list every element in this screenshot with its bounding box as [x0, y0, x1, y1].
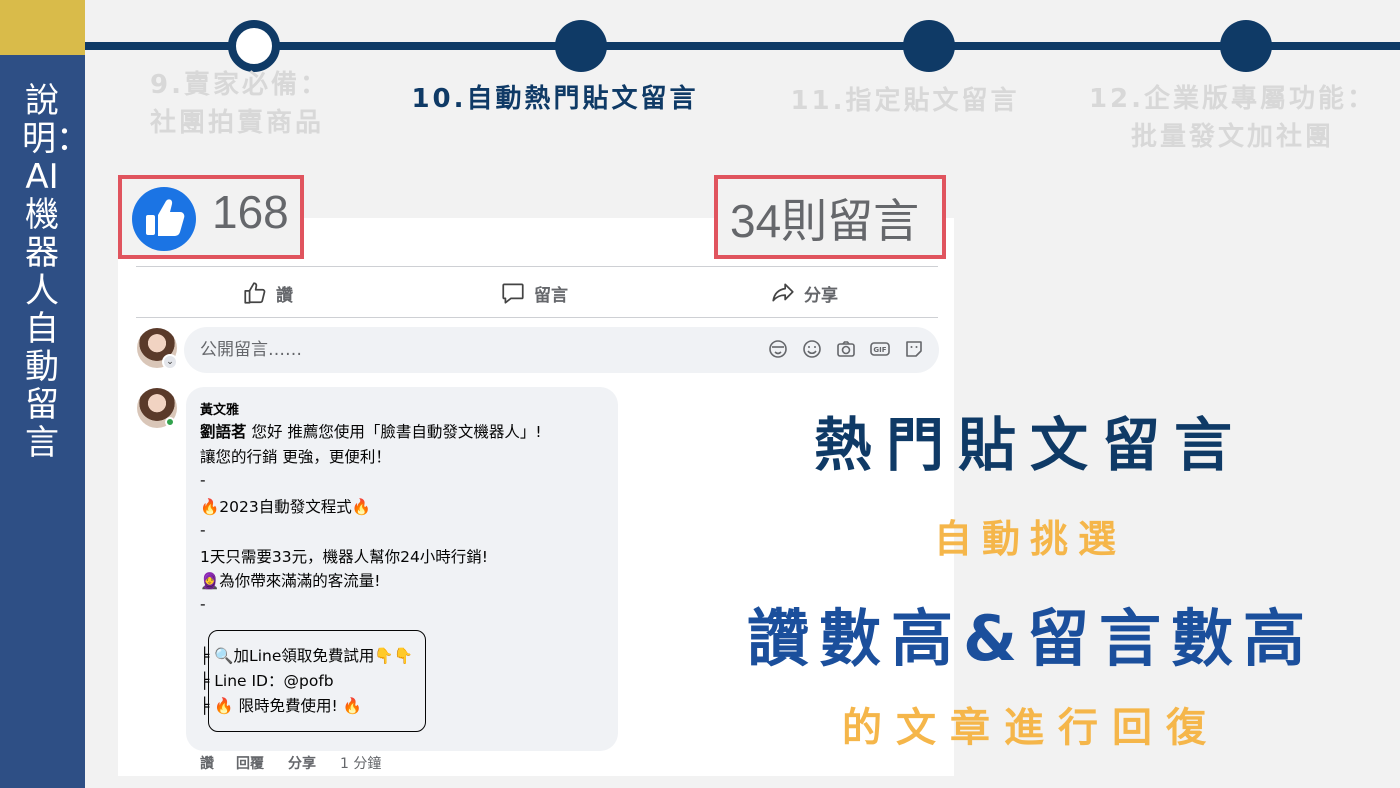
composer-tools: GIF	[767, 338, 925, 360]
gif-icon[interactable]: GIF	[869, 338, 891, 360]
step-11-line1: 11.指定貼文留言	[790, 86, 1020, 116]
timeline-step-10-dot	[555, 20, 607, 72]
comment-separator-2: -	[200, 521, 206, 539]
timeline-step-11-dot	[903, 20, 955, 72]
comment-line-2: 讓您的行銷 更強，更便利！	[200, 448, 391, 466]
like-count-highlight: 168	[118, 175, 304, 259]
sticker-icon[interactable]	[903, 338, 925, 360]
headline-high-likes-comments: 讚數高&留言數高	[746, 602, 1316, 675]
camera-icon[interactable]	[835, 338, 857, 360]
timeline-step-12-dot	[1220, 20, 1272, 72]
step-9-line1: 9.賣家必備：	[150, 70, 329, 100]
comment-like-link[interactable]: 讚	[200, 753, 214, 773]
thumbs-up-outline-icon	[244, 282, 266, 304]
comment-line-1: 劉語茗 您好 推薦您使用「臉書自動發文機器人」!	[200, 420, 542, 442]
chevron-down-icon[interactable]: ⌄	[162, 354, 178, 370]
share-button-label: 分享	[804, 285, 838, 306]
comment-reply-link[interactable]: 回覆	[236, 753, 264, 773]
comment-box-line-2: ╞ Line ID：@pofb	[200, 672, 334, 690]
headline-reply-posts: 的文章進行回復	[842, 705, 1220, 751]
comment-button-label: 留言	[534, 285, 568, 306]
comment-bubble: 黃文雅 劉語茗 您好 推薦您使用「臉書自動發文機器人」! 讓您的行銷 更強，更便…	[186, 387, 618, 751]
step-10-line1: 10.自動熱門貼文留言	[411, 84, 699, 114]
comment-line-5: 🧕為你帶來滿滿的客流量!	[200, 572, 381, 590]
timeline-step-9-dot	[228, 20, 280, 72]
headline-auto-select: 自動挑選	[933, 517, 1126, 561]
like-count: 168	[212, 186, 289, 238]
comment-author[interactable]: 黃文雅	[200, 399, 239, 418]
comment-box-line-1: ╞ 🔍加Line領取免費試用👇👇	[200, 647, 413, 665]
comment-button[interactable]: 留言	[500, 278, 568, 308]
comment-composer[interactable]: GIF	[184, 327, 939, 373]
comment-separator-3: -	[200, 595, 206, 613]
timeline-line	[85, 42, 1400, 50]
comment-line-4: 1天只需要33元，機器人幫你24小時行銷!	[200, 548, 489, 566]
emoji-icon[interactable]	[801, 338, 823, 360]
timeline-step-11-label: 11.指定貼文留言	[780, 82, 1030, 120]
step-12-line2: 批量發文加社團	[1130, 122, 1334, 152]
comment-mention[interactable]: 劉語茗	[200, 423, 247, 441]
like-button-label: 讚	[276, 285, 293, 306]
comment-box-line-3: ╞ 🔥 限時免費使用! 🔥	[200, 697, 362, 715]
sidebar-accent	[0, 0, 85, 55]
comment-input[interactable]	[200, 327, 740, 373]
step-12-line1: 12.企業版專屬功能：	[1088, 84, 1377, 114]
share-arrow-icon	[772, 283, 794, 302]
sidebar-title: 說明：AI機器人自動留言	[22, 81, 90, 463]
thumbs-up-icon	[132, 187, 196, 251]
comment-line-1-text: 您好 推薦您使用「臉書自動發文機器人」!	[246, 423, 542, 441]
timeline-step-10-label: 10.自動熱門貼文留言	[400, 80, 710, 118]
online-status-dot	[165, 417, 175, 427]
comment-count-highlight: 34則留言	[714, 175, 946, 259]
comment-line-3: 🔥2023自動發文程式🔥	[200, 498, 372, 516]
comment-count[interactable]: 34則留言	[730, 185, 919, 251]
timeline-step-9-label: 9.賣家必備： 社團拍賣商品	[150, 66, 360, 142]
svg-text:GIF: GIF	[873, 346, 886, 354]
divider-top	[136, 266, 938, 267]
comment-timestamp: 1 分鐘	[340, 756, 382, 772]
comment-separator-1: -	[200, 471, 206, 489]
comment-share-link[interactable]: 分享	[288, 753, 316, 773]
speech-bubble-icon	[502, 283, 524, 304]
share-button[interactable]: 分享	[770, 278, 838, 308]
step-9-line2: 社團拍賣商品	[150, 108, 325, 138]
divider-actions	[136, 317, 938, 318]
timeline-step-12-label: 12.企業版專屬功能： 批量發文加社團	[1080, 80, 1385, 156]
avatar-sticker-icon[interactable]	[767, 338, 789, 360]
like-button[interactable]: 讚	[242, 278, 293, 308]
headline-hot-post-comment: 熱門貼文留言	[813, 411, 1246, 479]
